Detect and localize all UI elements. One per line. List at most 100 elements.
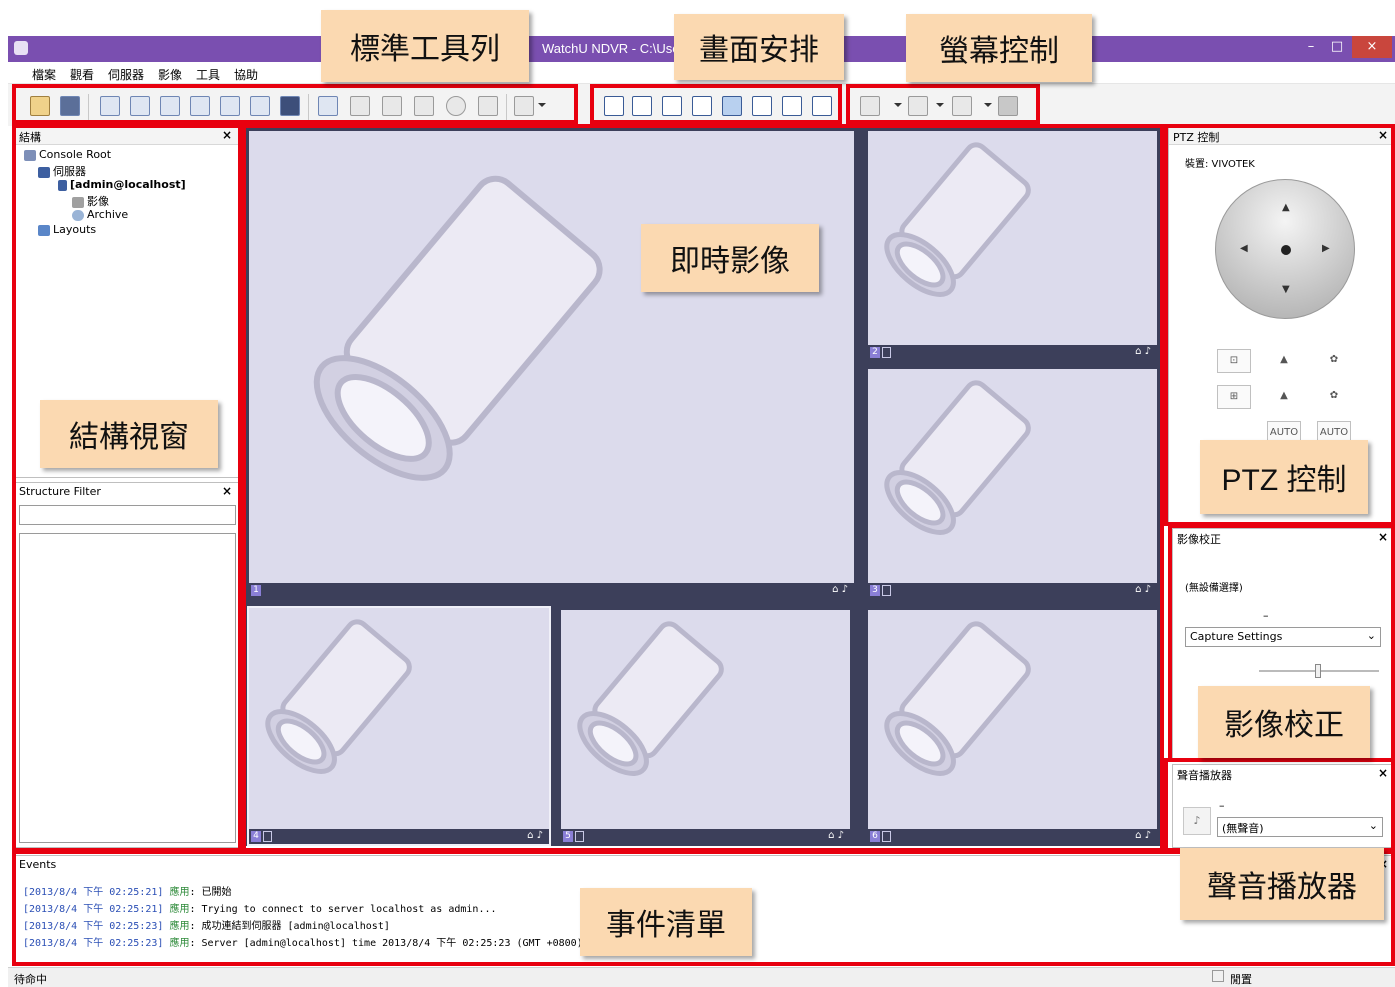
print-icon[interactable] [514,96,534,116]
disconnect-icon[interactable] [382,96,402,116]
video-cell-1[interactable]: 1 ⌂ ♪ [249,131,854,598]
tree-label: Console Root [39,148,112,161]
hand-dropdown-icon[interactable] [936,103,944,107]
menu-view[interactable]: 觀看 [70,66,94,83]
tree-item-video[interactable]: 影像 [72,193,109,209]
layout-custom-icon[interactable] [812,96,832,116]
fullscreen-icon[interactable] [318,96,338,116]
ptz-close-button[interactable]: × [1378,128,1388,142]
video-cell-5[interactable]: 5 ⌂ ♪ [561,610,850,844]
video-icon [72,196,84,208]
audio-status-icon: ⌂ ♪ [527,830,543,841]
capture-settings-select[interactable]: Capture Settings ⌄ [1185,627,1381,647]
menu-video[interactable]: 影像 [158,66,182,83]
ptz-center-icon [1281,245,1291,255]
ptz-up-icon[interactable]: ▲ [1282,202,1290,213]
layout-4x4-icon[interactable] [692,96,712,116]
snapshot-dropdown-icon[interactable] [894,103,902,107]
video-cell-6[interactable]: 6 ⌂ ♪ [868,610,1157,844]
ptz-right-icon[interactable]: ▶ [1322,243,1330,254]
layout-1x1-icon[interactable] [604,96,624,116]
audio-source-select[interactable]: (無聲音) ⌄ [1217,817,1383,837]
snapshot-icon[interactable] [860,96,880,116]
layout-toggle-icon[interactable] [220,96,240,116]
event-row: [2013/8/4 下午 02:25:21] 應用: 已開始 [23,883,232,898]
video-cell-2[interactable]: 2 ⌂ ♪ [868,131,1157,360]
tree-item-archive[interactable]: Archive [72,208,128,221]
motion-icon[interactable] [952,96,972,116]
structure-filter-close-button[interactable]: × [222,484,232,498]
minimize-button[interactable]: – [1298,36,1324,58]
iris-close-button[interactable]: ✿ [1317,385,1351,409]
microphone-icon[interactable]: ♪ [1183,807,1211,835]
tree-item-server[interactable]: [admin@localhost] [58,178,186,191]
layout-3x3-icon[interactable] [662,96,682,116]
structure-header: 結構 × [15,127,238,145]
image-correction-close-button[interactable]: × [1378,530,1388,544]
menu-file[interactable]: 檔案 [32,66,56,83]
ptz-down-icon[interactable]: ▼ [1282,284,1290,295]
event-timestamp: [2013/8/4 下午 02:25:21] [23,887,164,898]
tree-label: Layouts [53,223,97,236]
window-icon[interactable] [998,96,1018,116]
record-icon [882,585,891,596]
menu-server[interactable]: 伺服器 [108,66,144,83]
tree-item-console-root[interactable]: Console Root [24,148,111,161]
edit-icon[interactable] [160,96,180,116]
layout-2x2-icon[interactable] [632,96,652,116]
menu-tools[interactable]: 工具 [196,66,220,83]
export-icon[interactable] [414,96,434,116]
slider-thumb[interactable] [1315,664,1321,678]
event-source: 應用 [169,938,190,949]
ptz-toggle-icon[interactable] [190,96,210,116]
audio-toggle-icon[interactable] [250,96,270,116]
audio-status-icon: ⌂ ♪ [828,830,844,841]
close-button[interactable]: × [1352,36,1392,58]
status-bar: 待命中 閒置 [8,967,1395,987]
video-cell-3[interactable]: 3 ⌂ ♪ [868,369,1157,598]
callout-audio-player: 聲音播放器 [1180,848,1384,920]
tree-item-layouts[interactable]: Layouts [38,223,96,236]
ptz-left-icon[interactable]: ◀ [1240,243,1248,254]
zoom-out-button[interactable]: ⊞ [1217,385,1251,409]
open-icon[interactable] [30,96,50,116]
layout-1plus7-icon[interactable] [752,96,772,116]
focus-near-button[interactable]: ▲ [1267,349,1301,373]
video-cell-4[interactable]: 4 ⌂ ♪ [247,606,551,846]
layout-grid-icon[interactable] [782,96,802,116]
layout-1plus5-icon[interactable] [722,96,742,116]
audio-status-icon: ⌂ ♪ [1135,346,1151,357]
print-dropdown-icon[interactable] [538,103,546,107]
event-timestamp: [2013/8/4 下午 02:25:23] [23,938,164,949]
structure-toggle-icon[interactable] [100,96,120,116]
hand-icon[interactable] [908,96,928,116]
video-cell-status-bar: 1 ⌂ ♪ [249,583,854,598]
preview-icon[interactable] [130,96,150,116]
exit-icon[interactable] [478,96,498,116]
video-cell-number: 5 [563,831,573,842]
image-correction-title: 影像校正 [1177,533,1221,546]
structure-close-button[interactable]: × [222,128,232,142]
console-icon [24,149,36,161]
menu-help[interactable]: 協助 [234,66,258,83]
motion-dropdown-icon[interactable] [984,103,992,107]
globe-icon[interactable] [446,96,466,116]
toolbar-separator [88,94,89,120]
event-timestamp: [2013/8/4 下午 02:25:21] [23,904,164,915]
toolbar-separator [308,94,309,120]
structure-filter-input[interactable] [19,505,236,525]
tree-item-servers[interactable]: 伺服器 [38,163,86,179]
video-cell-number: 6 [870,831,880,842]
connect-icon[interactable] [350,96,370,116]
zoom-in-button[interactable]: ⊡ [1217,349,1251,373]
structure-filter-list[interactable] [19,533,236,843]
ptz-joystick[interactable]: ▲ ▼ ◀ ▶ [1215,179,1355,319]
maximize-button[interactable]: □ [1324,36,1350,58]
alarm-icon[interactable] [280,96,300,116]
event-row: [2013/8/4 下午 02:25:23] 應用: Server [admin… [23,934,583,949]
save-icon[interactable] [60,96,80,116]
audio-close-button[interactable]: × [1378,766,1388,780]
focus-far-button[interactable]: ▲ [1267,385,1301,409]
iris-open-button[interactable]: ✿ [1317,349,1351,373]
tree-label: 伺服器 [53,165,86,178]
